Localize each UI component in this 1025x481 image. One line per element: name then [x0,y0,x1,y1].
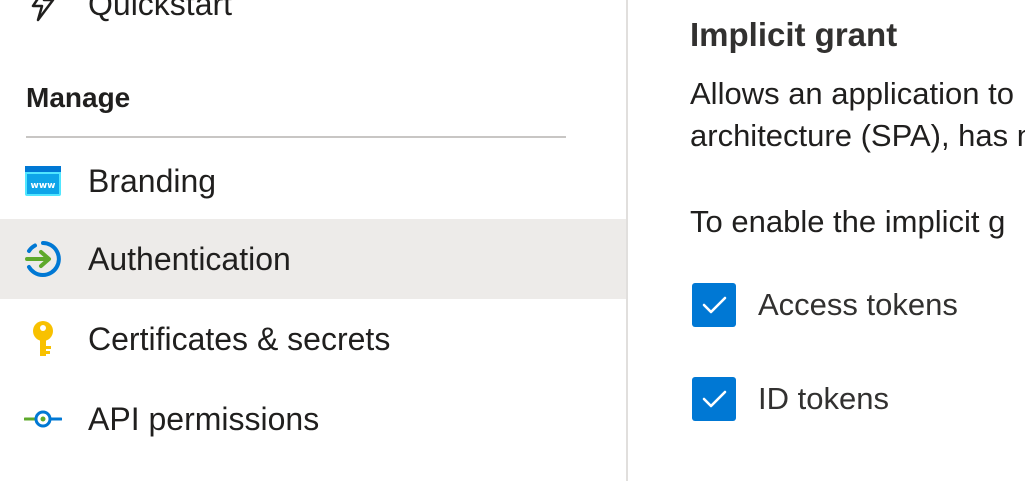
description-line: Allows an application to [690,76,1014,111]
sidebar-item-quickstart[interactable]: Quickstart [0,0,626,44]
id-tokens-option[interactable]: ID tokens [692,376,889,422]
section-divider [26,136,566,138]
www-window-icon: www [24,162,62,200]
enable-instructions: To enable the implicit g [690,204,1006,239]
checkmark-icon [702,390,727,408]
app-registration-authentication-page: Quickstart Manage www Branding Authentic… [0,0,1025,481]
sidebar-item-label: Authentication [88,241,291,277]
description-line: architecture (SPA), has n [690,118,1025,153]
section-header-manage: Manage [26,82,131,113]
section-title-implicit-grant: Implicit grant [690,16,898,53]
sidebar-item-authentication[interactable]: Authentication [0,219,626,299]
sidebar-item-api-permissions[interactable]: API permissions [0,379,626,459]
checkmark-icon [702,296,727,314]
sidebar-item-label: Branding [88,163,217,199]
access-tokens-checkbox[interactable] [692,283,736,327]
id-tokens-checkbox[interactable] [692,377,736,421]
svg-text:www: www [31,181,56,191]
main-content: Implicit grant Allows an application to … [628,0,1025,481]
access-tokens-option[interactable]: Access tokens [692,282,958,328]
sidebar-item-label: Certificates & secrets [88,321,391,357]
sidebar-item-branding[interactable]: www Branding [0,141,626,221]
lightning-bolt-icon [24,0,62,23]
checkbox-label: Access tokens [758,287,958,322]
sidebar-item-label: API permissions [88,401,320,437]
sidebar-item-certificates-secrets[interactable]: Certificates & secrets [0,299,626,379]
checkbox-label: ID tokens [758,381,889,416]
sidebar-nav: Quickstart Manage www Branding Authentic… [0,0,628,481]
key-icon [24,320,62,358]
sign-in-arrow-icon [24,240,62,278]
sidebar-item-label: Quickstart [88,0,233,22]
api-connector-icon [24,400,62,438]
